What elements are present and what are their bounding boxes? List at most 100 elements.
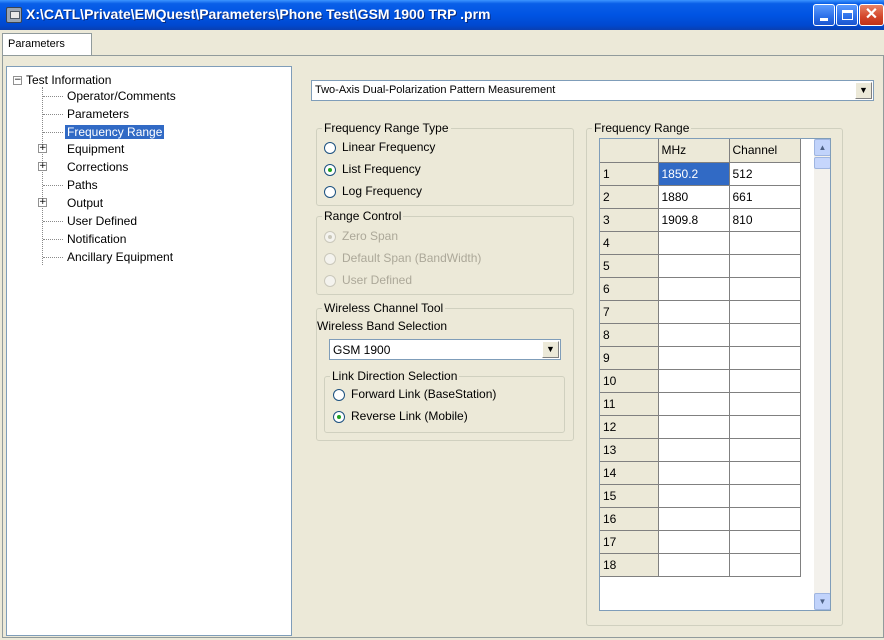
minimize-button[interactable] [813, 4, 835, 26]
cell-channel[interactable]: 661 [729, 185, 801, 209]
row-header[interactable]: 2 [600, 185, 659, 209]
parameter-tree[interactable]: − Test Information Operator/Comments Par… [6, 66, 292, 636]
radio-linear-frequency[interactable]: Linear Frequency [324, 140, 435, 154]
row-header[interactable]: 18 [600, 553, 659, 577]
table-row[interactable]: 2 1880 661 [600, 185, 801, 209]
scroll-up-icon[interactable]: ▲ [814, 139, 830, 156]
cell-channel[interactable]: 810 [729, 208, 801, 232]
cell-channel[interactable] [729, 461, 801, 485]
measurement-type-select[interactable]: Two-Axis Dual-Polarization Pattern Measu… [311, 80, 874, 101]
chevron-down-icon[interactable]: ▼ [855, 82, 872, 99]
tree-item-frequency-range[interactable]: Frequency Range [65, 125, 165, 139]
tree-item-ancillary-equipment[interactable]: Ancillary Equipment [65, 250, 175, 264]
radio-icon[interactable] [333, 388, 345, 401]
table-row[interactable]: 6 [600, 277, 801, 301]
tree-item-parameters[interactable]: Parameters [65, 107, 131, 121]
cell-channel[interactable] [729, 392, 801, 416]
table-row[interactable]: 13 [600, 438, 801, 462]
close-button[interactable]: ✕ [859, 4, 884, 26]
table-row[interactable]: 11 [600, 392, 801, 416]
scroll-down-icon[interactable]: ▼ [814, 593, 830, 610]
row-header[interactable]: 17 [600, 530, 659, 554]
table-row[interactable]: 10 [600, 369, 801, 393]
collapse-icon[interactable]: − [13, 76, 22, 85]
table-row[interactable]: 15 [600, 484, 801, 508]
expand-icon[interactable]: + [38, 198, 47, 207]
tree-item-corrections[interactable]: Corrections [65, 160, 130, 174]
table-row[interactable]: 5 [600, 254, 801, 278]
chevron-down-icon[interactable]: ▼ [542, 341, 559, 358]
cell-mhz[interactable] [658, 415, 730, 439]
cell-mhz[interactable]: 1850.2 [658, 162, 730, 186]
wireless-band-select[interactable]: GSM 1900 ▼ [329, 339, 561, 360]
tree-item-notification[interactable]: Notification [65, 232, 128, 246]
cell-channel[interactable] [729, 323, 801, 347]
table-row[interactable]: 12 [600, 415, 801, 439]
table-row[interactable]: 16 [600, 507, 801, 531]
row-header[interactable]: 6 [600, 277, 659, 301]
cell-mhz[interactable]: 1909.8 [658, 208, 730, 232]
radio-icon[interactable] [324, 185, 336, 198]
table-row[interactable]: 3 1909.8 810 [600, 208, 801, 232]
row-header[interactable]: 13 [600, 438, 659, 462]
radio-forward-link[interactable]: Forward Link (BaseStation) [333, 387, 496, 401]
row-header[interactable]: 3 [600, 208, 659, 232]
cell-mhz[interactable] [658, 369, 730, 393]
row-header[interactable]: 12 [600, 415, 659, 439]
radio-icon[interactable] [324, 163, 336, 176]
tree-item-user-defined[interactable]: User Defined [65, 214, 139, 228]
row-header[interactable]: 9 [600, 346, 659, 370]
cell-mhz[interactable] [658, 231, 730, 255]
expand-icon[interactable]: + [38, 144, 47, 153]
cell-mhz[interactable] [658, 530, 730, 554]
tree-item-equipment[interactable]: Equipment [65, 142, 126, 156]
tree-item-test-information[interactable]: Test Information [24, 73, 113, 87]
cell-mhz[interactable] [658, 392, 730, 416]
cell-mhz[interactable] [658, 484, 730, 508]
cell-mhz[interactable] [658, 461, 730, 485]
app-icon[interactable] [6, 7, 22, 23]
cell-mhz[interactable] [658, 277, 730, 301]
row-header[interactable]: 8 [600, 323, 659, 347]
tree-item-operator-comments[interactable]: Operator/Comments [65, 89, 178, 103]
cell-mhz[interactable] [658, 254, 730, 278]
frequency-range-grid[interactable]: MHz Channel 1 1850.2 512 2 1880 661 3 1909.8 810… [599, 138, 831, 611]
column-header-mhz[interactable]: MHz [658, 139, 730, 163]
radio-icon[interactable] [324, 141, 336, 154]
cell-channel[interactable]: 512 [729, 162, 801, 186]
cell-channel[interactable] [729, 484, 801, 508]
tree-item-output[interactable]: Output [65, 196, 105, 210]
cell-channel[interactable] [729, 553, 801, 577]
row-header[interactable]: 10 [600, 369, 659, 393]
cell-channel[interactable] [729, 369, 801, 393]
row-header[interactable]: 15 [600, 484, 659, 508]
tree-item-paths[interactable]: Paths [65, 178, 100, 192]
table-row[interactable]: 18 [600, 553, 801, 577]
cell-channel[interactable] [729, 254, 801, 278]
cell-channel[interactable] [729, 231, 801, 255]
cell-channel[interactable] [729, 507, 801, 531]
vertical-scrollbar[interactable]: ▲ ▼ [814, 139, 830, 610]
table-row[interactable]: 9 [600, 346, 801, 370]
tab-parameters[interactable]: Parameters [2, 33, 92, 55]
column-header-channel[interactable]: Channel [729, 139, 801, 163]
cell-channel[interactable] [729, 300, 801, 324]
row-header[interactable]: 4 [600, 231, 659, 255]
cell-channel[interactable] [729, 277, 801, 301]
row-header[interactable]: 7 [600, 300, 659, 324]
cell-mhz[interactable] [658, 438, 730, 462]
row-header[interactable]: 5 [600, 254, 659, 278]
row-header[interactable]: 14 [600, 461, 659, 485]
table-row[interactable]: 14 [600, 461, 801, 485]
cell-channel[interactable] [729, 438, 801, 462]
title-bar[interactable]: X:\CATL\Private\EMQuest\Parameters\Phone… [0, 0, 884, 30]
table-row[interactable]: 17 [600, 530, 801, 554]
cell-mhz[interactable]: 1880 [658, 185, 730, 209]
radio-list-frequency[interactable]: List Frequency [324, 162, 421, 176]
table-row[interactable]: 4 [600, 231, 801, 255]
cell-mhz[interactable] [658, 507, 730, 531]
table-row[interactable]: 7 [600, 300, 801, 324]
cell-mhz[interactable] [658, 346, 730, 370]
radio-log-frequency[interactable]: Log Frequency [324, 184, 422, 198]
cell-mhz[interactable] [658, 323, 730, 347]
